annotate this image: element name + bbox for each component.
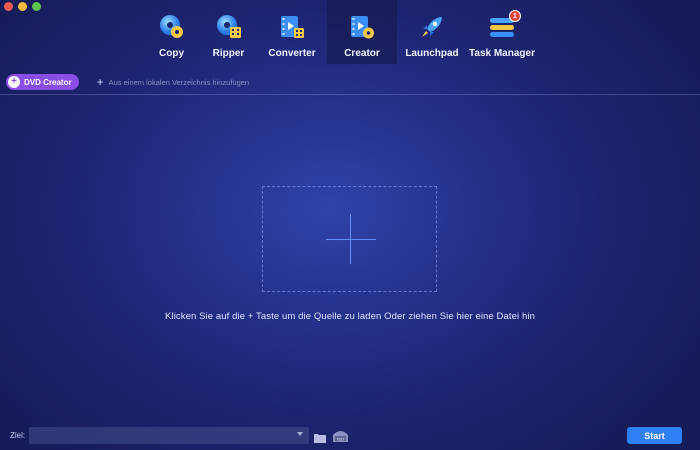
nav-converter[interactable]: Converter (257, 0, 327, 64)
dvd-creator-mode-button[interactable]: + DVD Creator (6, 74, 79, 90)
drop-zone[interactable] (262, 186, 437, 292)
svg-text:ISO: ISO (337, 436, 344, 441)
folder-icon[interactable] (314, 430, 326, 443)
close-window-button[interactable] (4, 2, 13, 11)
target-input[interactable] (29, 429, 309, 446)
mode-label: DVD Creator (24, 77, 72, 87)
nav-copy-label: Copy (159, 48, 184, 59)
chevron-down-icon[interactable] (297, 432, 303, 436)
add-local-label: Aus einem lokalen Verzeichnis hinzufügen (108, 77, 250, 87)
nav-converter-label: Converter (268, 48, 316, 59)
nav-task-manager[interactable]: 1 Task Manager (467, 0, 537, 64)
film-converter-icon (279, 14, 305, 40)
add-source-plus-icon[interactable] (326, 239, 376, 240)
nav-launchpad-label: Launchpad (405, 48, 459, 59)
top-nav: Copy Ripper Converter Creator Launchpad … (143, 0, 537, 64)
task-list-icon: 1 (489, 10, 521, 40)
target-select[interactable] (29, 427, 309, 446)
bottom-bar: Ziel: ISO Start (0, 427, 700, 446)
maximize-window-button[interactable] (32, 2, 41, 11)
window-controls (4, 2, 41, 11)
toolbar: + DVD Creator + Aus einem lokalen Verzei… (6, 73, 700, 91)
plus-circle-icon: + (8, 76, 20, 88)
nav-ripper-label: Ripper (212, 48, 245, 59)
target-label: Ziel: (10, 431, 26, 440)
nav-copy[interactable]: Copy (143, 0, 200, 64)
iso-disc-icon[interactable]: ISO (332, 428, 349, 443)
add-local-folder-button[interactable]: + Aus einem lokalen Verzeichnis hinzufüg… (97, 76, 250, 88)
nav-ripper[interactable]: Ripper (200, 0, 257, 64)
nav-creator-label: Creator (344, 48, 380, 59)
disc-ripper-icon (216, 14, 242, 40)
start-button[interactable]: Start (627, 427, 682, 444)
drop-hint-text: Klicken Sie auf die + Taste um die Quell… (165, 311, 535, 322)
nav-task-manager-label: Task Manager (469, 48, 535, 59)
rocket-icon (419, 14, 445, 40)
plus-icon: + (96, 75, 104, 89)
disc-copy-icon (159, 14, 185, 40)
nav-launchpad[interactable]: Launchpad (397, 0, 467, 64)
task-count-badge: 1 (509, 10, 521, 22)
nav-creator[interactable]: Creator (327, 0, 397, 64)
film-creator-icon (349, 14, 375, 40)
toolbar-divider (0, 94, 700, 95)
minimize-window-button[interactable] (18, 2, 27, 11)
add-source-plus-icon-vertical[interactable] (350, 214, 351, 264)
